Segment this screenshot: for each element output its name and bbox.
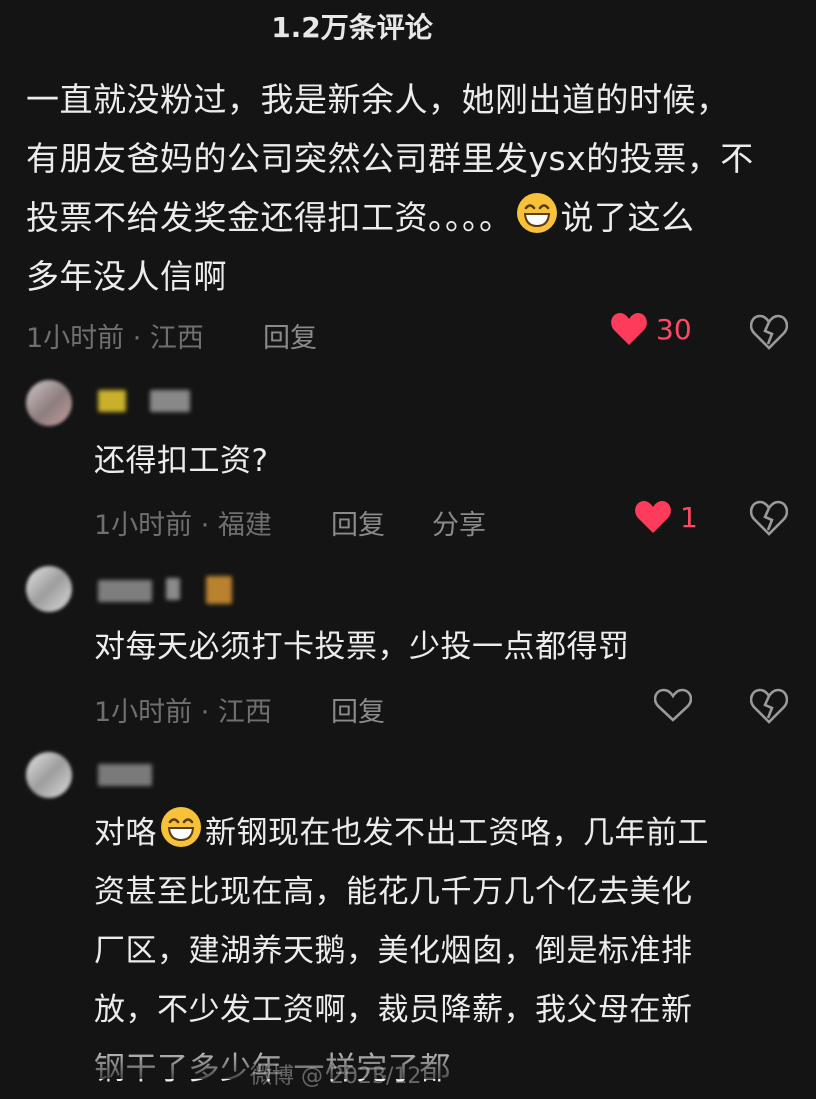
heart-filled-icon (611, 313, 647, 345)
reply-text: 对每天必须打卡投票，少投一点都得罚 (94, 629, 630, 665)
comment-line: 对咯 新钢现在也发不出工资咯，几年前工 (94, 804, 709, 863)
comment-meta: 1小时前 · 江西 (94, 697, 272, 728)
reply-button[interactable]: 回复 (263, 316, 317, 355)
avatar[interactable] (26, 566, 72, 612)
broken-heart-icon[interactable] (750, 500, 788, 536)
username-blurred[interactable] (206, 576, 232, 604)
username-blurred[interactable] (98, 580, 152, 602)
comment-line-text: 新钢现在也发不出工资咯，几年前工 (205, 815, 709, 851)
username-blurred[interactable] (98, 764, 152, 786)
comment-line-text: 说了这么 (560, 198, 695, 237)
username-blurred[interactable] (150, 390, 190, 412)
comment-line: 多年没人信啊 (26, 257, 227, 296)
comment-line: 投票不给发奖金还得扣工资。。。。 说了这么 (26, 188, 754, 247)
like-button[interactable]: 1 (634, 500, 698, 534)
reply-button[interactable]: 回复 (331, 690, 385, 729)
watermark: 微博 @ 2023/12 (250, 1064, 422, 1089)
broken-heart-icon[interactable] (750, 314, 788, 350)
like-count: 1 (680, 500, 698, 534)
avatar[interactable] (26, 380, 72, 426)
comment-body: 一直就没粉过，我是新余人，她刚出道的时候， 有朋友爸妈的公司突然公司群里发ysx… (26, 70, 754, 306)
broken-heart-icon[interactable] (750, 688, 788, 724)
comment-line-text: 对咯 (94, 815, 157, 851)
avatar[interactable] (26, 752, 72, 798)
heart-outline-icon[interactable] (654, 688, 692, 722)
comment-meta: 1小时前 · 江西 (26, 323, 204, 354)
like-button[interactable]: 30 (610, 312, 692, 346)
comment-line: 厂区，建湖养天鹅，美化烟囱，倒是标准排 (94, 933, 693, 969)
username-blurred[interactable] (98, 390, 126, 412)
comment-meta: 1小时前 · 福建 (94, 510, 272, 541)
grin-emoji-icon (516, 193, 557, 233)
comment-line: 资甚至比现在高，能花几千万几个亿去美化 (94, 874, 693, 910)
reply-text: 还得扣工资? (94, 443, 269, 479)
share-button[interactable]: 分享 (432, 503, 486, 542)
comment-line-text: 投票不给发奖金还得扣工资。。。。 (26, 198, 513, 237)
grin-emoji-icon (161, 807, 201, 847)
username-blurred[interactable] (166, 578, 180, 600)
comment-line: 放，不少发工资啊，裁员降薪，我父母在新 (94, 992, 693, 1028)
comment-line: 一直就没粉过，我是新余人，她刚出道的时候， (26, 80, 730, 119)
comments-header: 1.2万条评论 (0, 0, 816, 56)
reply-button[interactable]: 回复 (331, 503, 385, 542)
comment-count-title: 1.2万条评论 (271, 11, 433, 44)
like-count: 30 (656, 312, 692, 346)
comment-line: 有朋友爸妈的公司突然公司群里发ysx的投票，不 (26, 139, 754, 178)
heart-filled-icon (635, 501, 671, 533)
